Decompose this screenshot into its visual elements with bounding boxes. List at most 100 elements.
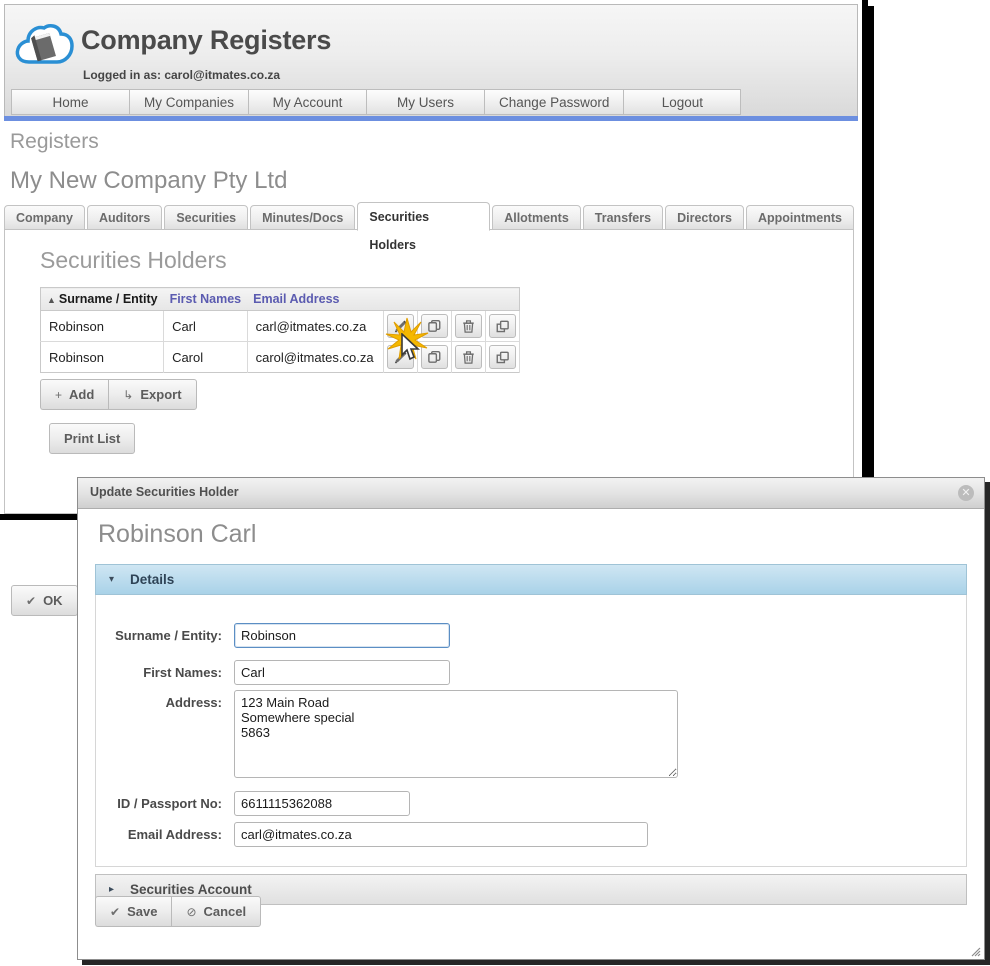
field-label-surname-entity: Surname / Entity: [115, 628, 222, 643]
print-list-button[interactable]: Print List [49, 423, 136, 454]
column-header-label: First Names [169, 292, 242, 306]
column-header-surname-entity[interactable]: ▲ Surname / Entity [40, 287, 164, 311]
column-header-email-address[interactable]: Email Address [247, 287, 384, 311]
field-label-address: Address: [165, 695, 222, 710]
edit-icon [393, 350, 408, 365]
table-row: Robinson Carl carl@itmates.co.za [40, 310, 520, 342]
resize-handle[interactable] [969, 944, 981, 957]
tab-panel-securities-holders: Securities Holders ▲ Surname / Entity Firs… [4, 229, 854, 616]
ok-button[interactable]: ✔ OK [11, 585, 78, 616]
check-icon: ✔ [26, 593, 37, 608]
edit-button[interactable] [386, 345, 414, 369]
ok-button-label: OK [43, 593, 63, 608]
dialog-heading: Robinson Carl [98, 520, 257, 548]
table-head: ▲ Surname / Entity First Names Email Addres… [40, 287, 520, 311]
address-textarea[interactable]: 123 Main Road Somewhere special 5863 [234, 690, 678, 778]
first-names-input[interactable] [234, 660, 450, 685]
dialog-footer: ✔ Save ⊘ Cancel [95, 896, 262, 927]
cell-action [485, 310, 520, 342]
main-nav: Home My Companies My Account My Users Change… [11, 89, 857, 115]
plus-icon: + [55, 387, 63, 402]
id-passport-input[interactable] [234, 791, 410, 816]
ban-icon: ⊘ [186, 904, 197, 919]
table-header-row: ▲ Surname / Entity First Names Email Addres… [40, 287, 520, 311]
check-icon: ✔ [110, 904, 121, 919]
cancel-button-label: Cancel [203, 904, 247, 919]
update-securities-holder-dialog: Update Securities Holder ✕ Robinson Carl… [77, 477, 985, 960]
table-row: Robinson Carol carol@itmates.co.za [40, 341, 520, 373]
open-window-button[interactable] [488, 314, 516, 338]
chevron-right-icon: ▸ [109, 884, 115, 895]
screen: Company Registers Logged in as: carol@it… [0, 0, 990, 966]
app-header: Company Registers Logged in as: carol@it… [4, 4, 858, 116]
edit-button[interactable] [386, 314, 414, 338]
delete-button[interactable] [454, 314, 482, 338]
cell-first-names: Carl [163, 310, 248, 342]
delete-icon [461, 319, 476, 334]
table-body: Robinson Carl carl@itmates.co.za Robinson Ca… [40, 310, 520, 373]
table-action-buttons: + Add ↳ Export [40, 379, 197, 410]
field-label-id-passport: ID / Passport No: [117, 796, 222, 811]
add-button[interactable]: + Add [40, 379, 109, 410]
copy-button[interactable] [420, 345, 448, 369]
logged-in-label: Logged in as: carol@itmates.co.za [83, 68, 281, 82]
accent-bar [4, 116, 858, 121]
dialog-title-bar[interactable]: Update Securities Holder ✕ [78, 478, 984, 509]
column-header-label: Surname / Entity [58, 292, 158, 306]
nav-item-my-users[interactable]: My Users [366, 89, 485, 115]
open-window-button[interactable] [488, 345, 516, 369]
panel-title: Securities Holders [40, 247, 227, 273]
export-button[interactable]: ↳ Export [108, 379, 197, 410]
cell-action [451, 310, 486, 342]
export-button-label: Export [140, 387, 182, 402]
tab-securities-holders[interactable]: Securities Holders [357, 202, 491, 252]
nav-item-change-password[interactable]: Change Password [484, 89, 624, 115]
nav-item-home[interactable]: Home [11, 89, 129, 115]
column-header-label: Email Address [253, 292, 340, 306]
tab-directors[interactable]: Directors [665, 205, 744, 231]
print-list-label: Print List [64, 431, 121, 446]
breadcrumb: Registers [10, 130, 99, 153]
open-window-icon [495, 350, 510, 365]
nav-item-my-companies[interactable]: My Companies [129, 89, 249, 115]
close-icon[interactable]: ✕ [958, 485, 974, 501]
tab-company[interactable]: Company [4, 205, 85, 231]
app-title: Company Registers [81, 25, 332, 55]
field-address: Address: 123 Main Road Somewhere special… [96, 690, 678, 778]
surname-entity-input[interactable] [234, 623, 450, 648]
cell-action [451, 341, 486, 373]
chevron-down-icon: ▾ [109, 574, 115, 585]
page-title: My New Company Pty Ltd [10, 167, 288, 194]
tab-minutes-docs[interactable]: Minutes/Docs [250, 205, 356, 231]
nav-item-my-account[interactable]: My Account [248, 89, 367, 115]
field-first-names: First Names: [96, 660, 450, 685]
nav-item-logout[interactable]: Logout [623, 89, 742, 115]
dialog-buttons: ✔ Save ⊘ Cancel [95, 896, 262, 927]
tab-appointments[interactable]: Appointments [745, 205, 854, 231]
delete-button[interactable] [454, 345, 482, 369]
tab-securities[interactable]: Securities [164, 205, 249, 231]
cell-email: carl@itmates.co.za [247, 310, 384, 342]
save-button[interactable]: ✔ Save [95, 896, 172, 927]
cell-first-names: Carol [163, 341, 248, 373]
column-header-actions [383, 287, 520, 311]
column-header-first-names[interactable]: First Names [163, 287, 248, 311]
tab-allotments[interactable]: Allotments [492, 205, 581, 231]
tab-transfers[interactable]: Transfers [582, 205, 664, 231]
cell-action [417, 341, 452, 373]
app-page: Company Registers Logged in as: carol@it… [0, 0, 868, 616]
export-arrow-icon: ↳ [123, 387, 134, 402]
email-address-input[interactable] [234, 822, 648, 847]
register-tabs: Company Auditors Securities Minutes/Docs Sec… [4, 202, 856, 252]
copy-button[interactable] [420, 314, 448, 338]
cancel-button[interactable]: ⊘ Cancel [171, 896, 262, 927]
delete-icon [461, 350, 476, 365]
section-label-securities-account: Securities Account [130, 882, 252, 897]
dialog-title: Update Securities Holder [90, 485, 239, 499]
field-id-passport: ID / Passport No: [96, 791, 410, 816]
copy-icon [427, 319, 442, 334]
tab-auditors[interactable]: Auditors [86, 205, 163, 231]
add-button-label: Add [69, 387, 95, 402]
section-header-details[interactable]: ▾ Details [95, 564, 967, 595]
copy-icon [427, 350, 442, 365]
